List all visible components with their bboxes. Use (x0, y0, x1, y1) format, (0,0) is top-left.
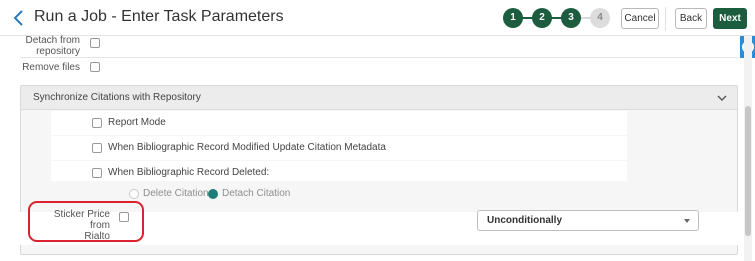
cancel-button[interactable]: Cancel (621, 8, 659, 29)
chevron-down-icon[interactable] (717, 93, 727, 103)
sticker-price-label-line1: Sticker Price from (53, 209, 110, 231)
main-content: Detach from repository Remove files Sync… (0, 35, 740, 261)
page-header: Run a Job - Enter Task Parameters 1 2 3 … (0, 0, 755, 36)
detach-checkbox[interactable] (90, 38, 100, 48)
remove-files-label: Remove files (22, 62, 80, 73)
sticker-price-checkbox[interactable] (119, 212, 129, 222)
modified-update-row: When Bibliographic Record Modified Updat… (51, 136, 627, 160)
scrollbar[interactable] (744, 36, 752, 261)
step-4: 4 (590, 8, 610, 28)
remove-files-row: Remove files (20, 58, 738, 82)
sticker-price-label-line2: Rialto (84, 231, 110, 242)
back-button[interactable]: Back (675, 8, 707, 29)
record-deleted-checkbox[interactable] (92, 168, 102, 178)
report-mode-checkbox[interactable] (92, 118, 102, 128)
detach-citation-label: Detach Citation (222, 188, 291, 199)
sticker-price-row: Sticker Price from Rialto Unconditionall… (20, 201, 738, 245)
section-title: Synchronize Citations with Repository (33, 92, 201, 103)
step-2: 2 (532, 8, 552, 28)
report-mode-label: Report Mode (108, 117, 166, 128)
section-header[interactable]: Synchronize Citations with Repository (21, 86, 737, 110)
back-chevron-icon[interactable] (12, 9, 26, 27)
caret-down-icon (684, 219, 690, 223)
remove-files-checkbox[interactable] (90, 62, 100, 72)
delete-citation-label: Delete Citation (143, 188, 209, 199)
report-mode-row: Report Mode (51, 111, 627, 135)
detach-citation-radio[interactable] (208, 189, 218, 199)
select-value: Unconditionally (487, 215, 562, 226)
sticker-price-label: Sticker Price from Rialto (32, 209, 110, 242)
record-deleted-label: When Bibliographic Record Deleted: (108, 167, 270, 178)
step-indicator: 1 2 3 4 (503, 8, 611, 28)
scrollbar-thumb[interactable] (745, 106, 751, 236)
modified-update-label: When Bibliographic Record Modified Updat… (108, 142, 386, 153)
toolbar-divider (665, 7, 666, 31)
step-3: 3 (561, 8, 581, 28)
modified-update-checkbox[interactable] (92, 143, 102, 153)
delete-citation-radio[interactable] (129, 189, 139, 199)
sticker-condition-select[interactable]: Unconditionally (477, 210, 699, 231)
detach-label: Detach from repository (25, 35, 80, 57)
page-title: Run a Job - Enter Task Parameters (34, 8, 284, 25)
step-1: 1 (503, 8, 523, 28)
next-button[interactable]: Next (713, 8, 747, 29)
